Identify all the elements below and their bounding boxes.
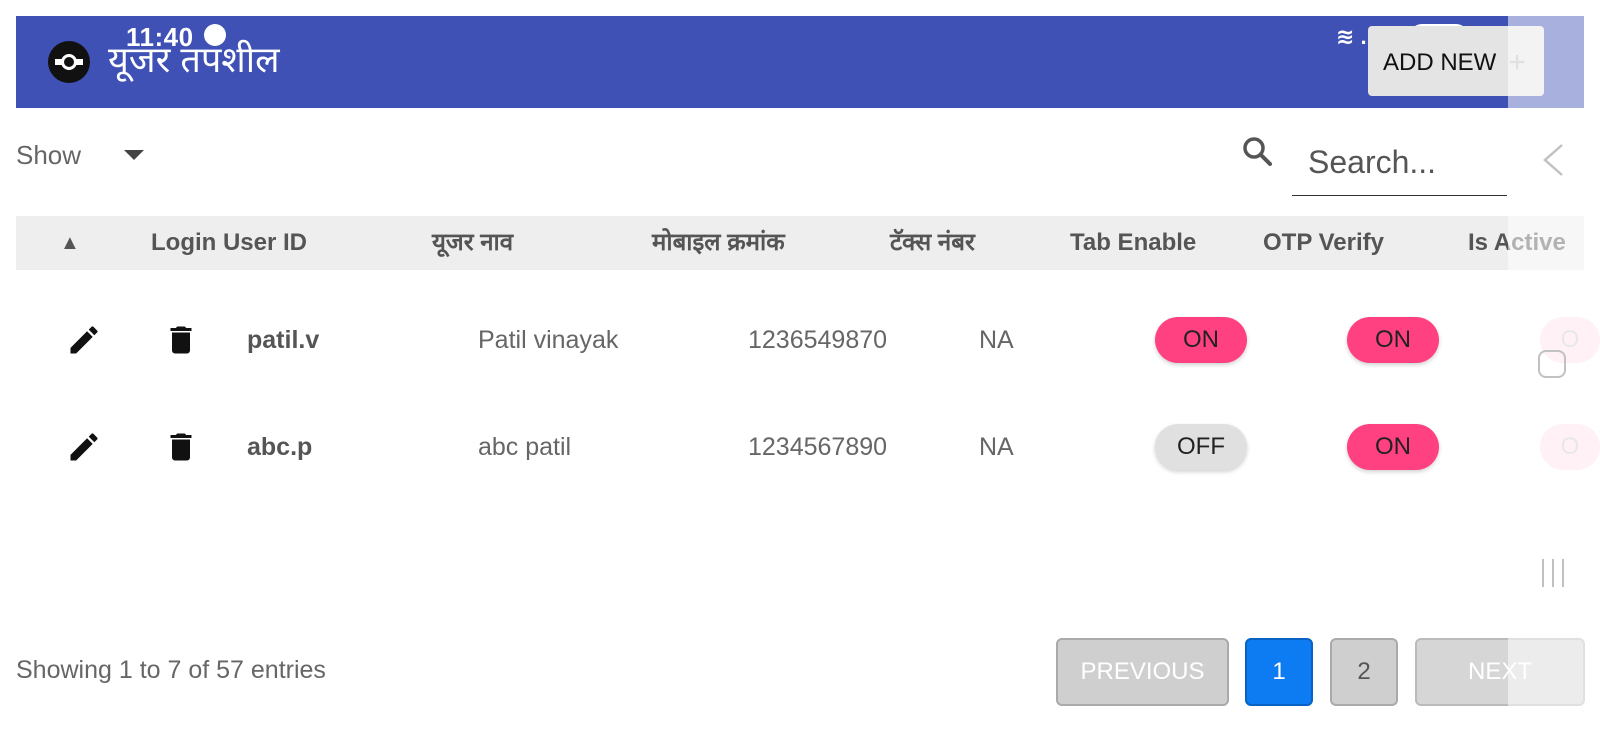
home-square-icon[interactable] [1538,350,1566,378]
plus-icon: + [1508,46,1526,79]
cell-user-name: Patil vinayak [478,326,619,354]
table-header: ▲ Login User ID यूजर नाव मोबाइल क्रमांक … [16,216,1584,270]
table-row: abc.p abc patil 1234567890 NA OFF ON O [16,394,1600,500]
delete-icon[interactable] [163,321,199,359]
otp-verify-toggle[interactable]: ON [1347,317,1439,363]
cell-login-user-id: abc.p [247,433,313,461]
search-input[interactable] [1292,130,1507,196]
is-active-toggle[interactable]: O [1540,424,1600,470]
column-tax-number[interactable]: टॅक्स नंबर [890,216,975,270]
column-otp-verify[interactable]: OTP Verify [1263,216,1384,270]
column-user-name[interactable]: यूजर नाव [432,216,513,270]
table-row: patil.v Patil vinayak 1236549870 NA ON O… [16,287,1600,393]
page-1-button[interactable]: 1 [1245,638,1313,706]
back-chevron-icon[interactable] [1540,142,1566,178]
next-page-button[interactable]: NEXT [1415,638,1585,706]
add-new-label: ADD NEW [1383,49,1497,76]
cell-tax-number: NA [979,326,1014,354]
show-entries-label[interactable]: Show [16,140,81,171]
recent-apps-icon[interactable] [1538,557,1568,589]
cell-mobile: 1236549870 [748,326,888,354]
cell-tax-number: NA [979,433,1014,461]
delete-icon[interactable] [163,428,199,466]
column-is-active[interactable]: Is Active [1468,216,1566,270]
tab-enable-toggle[interactable]: ON [1155,317,1247,363]
show-entries-dropdown-icon[interactable] [124,150,144,160]
entries-info: Showing 1 to 7 of 57 entries [16,656,326,684]
page-title: यूजर तपशील [108,39,280,80]
edit-icon[interactable] [66,428,102,466]
tab-enable-toggle[interactable]: OFF [1155,424,1247,470]
search-icon [1243,137,1272,166]
column-tab-enable[interactable]: Tab Enable [1070,216,1196,270]
column-mobile-number[interactable]: मोबाइल क्रमांक [652,216,785,270]
add-new-button[interactable]: ADD NEW + [1368,26,1544,96]
otp-verify-toggle[interactable]: ON [1347,424,1439,470]
edit-icon[interactable] [66,321,102,359]
cell-login-user-id: patil.v [247,326,320,354]
cell-mobile: 1234567890 [748,433,888,461]
page-2-button[interactable]: 2 [1330,638,1398,706]
previous-page-button[interactable]: PREVIOUS [1056,638,1229,706]
app-logo-icon [48,41,90,83]
cell-user-name: abc patil [478,433,572,461]
app-bar: 11:40 ≋ .ıl .ıl⚡88 यूजर तपशील [16,16,1584,108]
sort-indicator[interactable]: ▲ [60,216,80,270]
column-login-user-id[interactable]: Login User ID [151,216,307,270]
